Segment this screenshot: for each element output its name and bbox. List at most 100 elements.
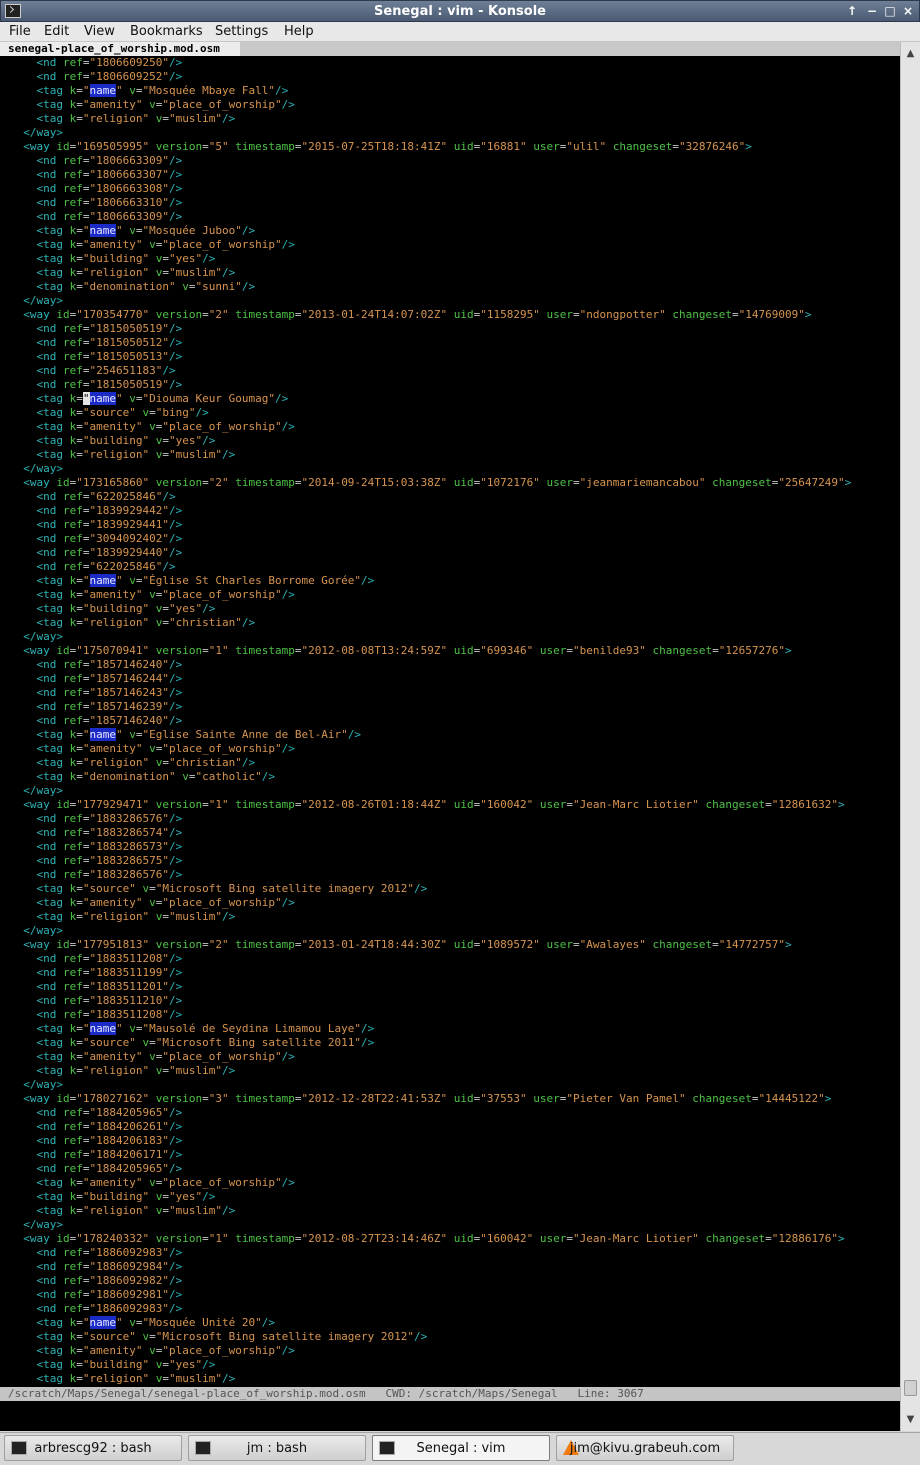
- code-token: =: [82, 322, 90, 335]
- menu-view[interactable]: View: [84, 24, 115, 39]
- code-token: <nd: [36, 1246, 63, 1259]
- code-token: =: [76, 280, 83, 293]
- code-token: "1839929441": [89, 518, 169, 531]
- editor-line: <nd ref="1857146239"/>: [0, 700, 900, 714]
- terminal-scrollbar[interactable]: ▲ ▼: [900, 42, 920, 1431]
- menu-bookmarks[interactable]: Bookmarks: [130, 24, 203, 39]
- code-token: v: [149, 896, 156, 909]
- code-token: =: [82, 1120, 90, 1133]
- code-token: ": [116, 84, 123, 97]
- menu-bar: File Edit View Bookmarks Settings Help: [0, 22, 920, 42]
- code-token: ref: [63, 966, 83, 979]
- vim-tab-filename[interactable]: senegal-place_of_worship.mod.osm: [0, 42, 240, 56]
- code-token: ref: [63, 546, 83, 559]
- code-token: <nd: [36, 1288, 63, 1301]
- terminal-editor-area[interactable]: <nd ref="1806609250"/> <nd ref="18066092…: [0, 56, 900, 1387]
- maximize-button[interactable]: □: [881, 3, 899, 19]
- code-token: =: [765, 1232, 772, 1245]
- code-token: =: [76, 742, 83, 755]
- code-token: =: [162, 602, 169, 615]
- taskbar-item-arbrescg92-bash[interactable]: arbrescg92 : bash: [4, 1435, 182, 1461]
- code-token: "2013-01-24T18:44:30Z": [301, 938, 448, 951]
- code-token: changeset: [712, 476, 772, 489]
- taskbar-item-vlc[interactable]: jim@kivu.grabeuh.com: [556, 1435, 734, 1461]
- code-token: id: [56, 308, 70, 321]
- code-token: />: [168, 952, 183, 965]
- code-token: ref: [63, 1134, 83, 1147]
- code-token: />: [168, 196, 183, 209]
- keep-above-button[interactable]: ↑: [843, 3, 861, 19]
- code-token: version: [155, 308, 203, 321]
- code-token: =: [76, 224, 83, 237]
- search-highlight: name: [89, 1316, 116, 1329]
- code-token: "37553": [480, 1092, 527, 1105]
- code-token: =: [82, 490, 90, 503]
- code-token: =: [76, 1022, 83, 1035]
- vim-command-line[interactable]: [0, 1401, 900, 1431]
- code-token: <nd: [36, 686, 63, 699]
- menu-file[interactable]: File: [9, 24, 31, 39]
- code-token: =: [149, 882, 156, 895]
- code-token: />: [168, 700, 183, 713]
- editor-line: </way>: [0, 1078, 900, 1092]
- code-token: =: [82, 350, 90, 363]
- editor-line: <tag k="religion" v="christian"/>: [0, 756, 900, 770]
- vim-tabline: senegal-place_of_worship.mod.osm: [0, 42, 900, 56]
- taskbar-item-senegal-vim[interactable]: Senegal : vim: [372, 1435, 550, 1461]
- code-token: <nd: [36, 714, 63, 727]
- menu-settings[interactable]: Settings: [215, 24, 268, 39]
- code-token: "1883511199": [89, 966, 169, 979]
- code-token: =: [82, 154, 90, 167]
- scrollbar-thumb[interactable]: [904, 1380, 917, 1396]
- code-token: "178027162": [76, 1092, 150, 1105]
- code-token: />: [168, 504, 183, 517]
- menu-edit[interactable]: Edit: [44, 24, 69, 39]
- code-token: <tag: [36, 224, 70, 237]
- code-token: "building": [82, 252, 150, 265]
- code-token: =: [76, 1176, 83, 1189]
- code-token: =: [82, 672, 90, 685]
- code-token: />: [281, 238, 295, 251]
- code-token: "Jean-Marc Liotier": [573, 1232, 699, 1245]
- taskbar-item-jm-bash[interactable]: jm : bash: [188, 1435, 366, 1461]
- code-token: =: [162, 1372, 169, 1385]
- editor-line: <tag k="amenity" v="place_of_worship"/>: [0, 1050, 900, 1064]
- code-token: ref: [63, 364, 83, 377]
- code-token: <way: [23, 476, 57, 489]
- code-token: />: [168, 1274, 183, 1287]
- code-token: ref: [63, 322, 83, 335]
- code-token: "amenity": [82, 588, 143, 601]
- code-token: >: [784, 938, 792, 951]
- code-token: "1857146240": [89, 714, 169, 727]
- code-token: =: [82, 854, 90, 867]
- editor-line: <tag k="name" v="Église St Charles Borro…: [0, 574, 900, 588]
- code-token: />: [168, 70, 183, 83]
- code-token: <nd: [36, 840, 63, 853]
- scroll-up-icon[interactable]: ▲: [905, 48, 916, 59]
- scroll-down-icon[interactable]: ▼: [905, 1414, 916, 1425]
- editor-line: <tag k="amenity" v="place_of_worship"/>: [0, 1344, 900, 1358]
- minimize-button[interactable]: −: [863, 3, 881, 19]
- code-token: =: [76, 616, 83, 629]
- code-token: ref: [63, 196, 83, 209]
- window-titlebar[interactable]: Senegal : vim - Konsole ↑ − □ ×: [0, 0, 920, 22]
- editor-line: <tag k="name" v="Diouma Keur Goumag"/>: [0, 392, 900, 406]
- code-token: />: [168, 518, 183, 531]
- menu-help[interactable]: Help: [284, 24, 314, 39]
- close-button[interactable]: ×: [899, 3, 917, 19]
- code-token: =: [82, 70, 90, 83]
- code-token: "place_of_worship": [162, 1050, 282, 1063]
- editor-line: <tag k="denomination" v="sunni"/>: [0, 280, 900, 294]
- code-token: ref: [63, 560, 83, 573]
- code-token: />: [168, 868, 183, 881]
- code-token: changeset: [692, 1092, 752, 1105]
